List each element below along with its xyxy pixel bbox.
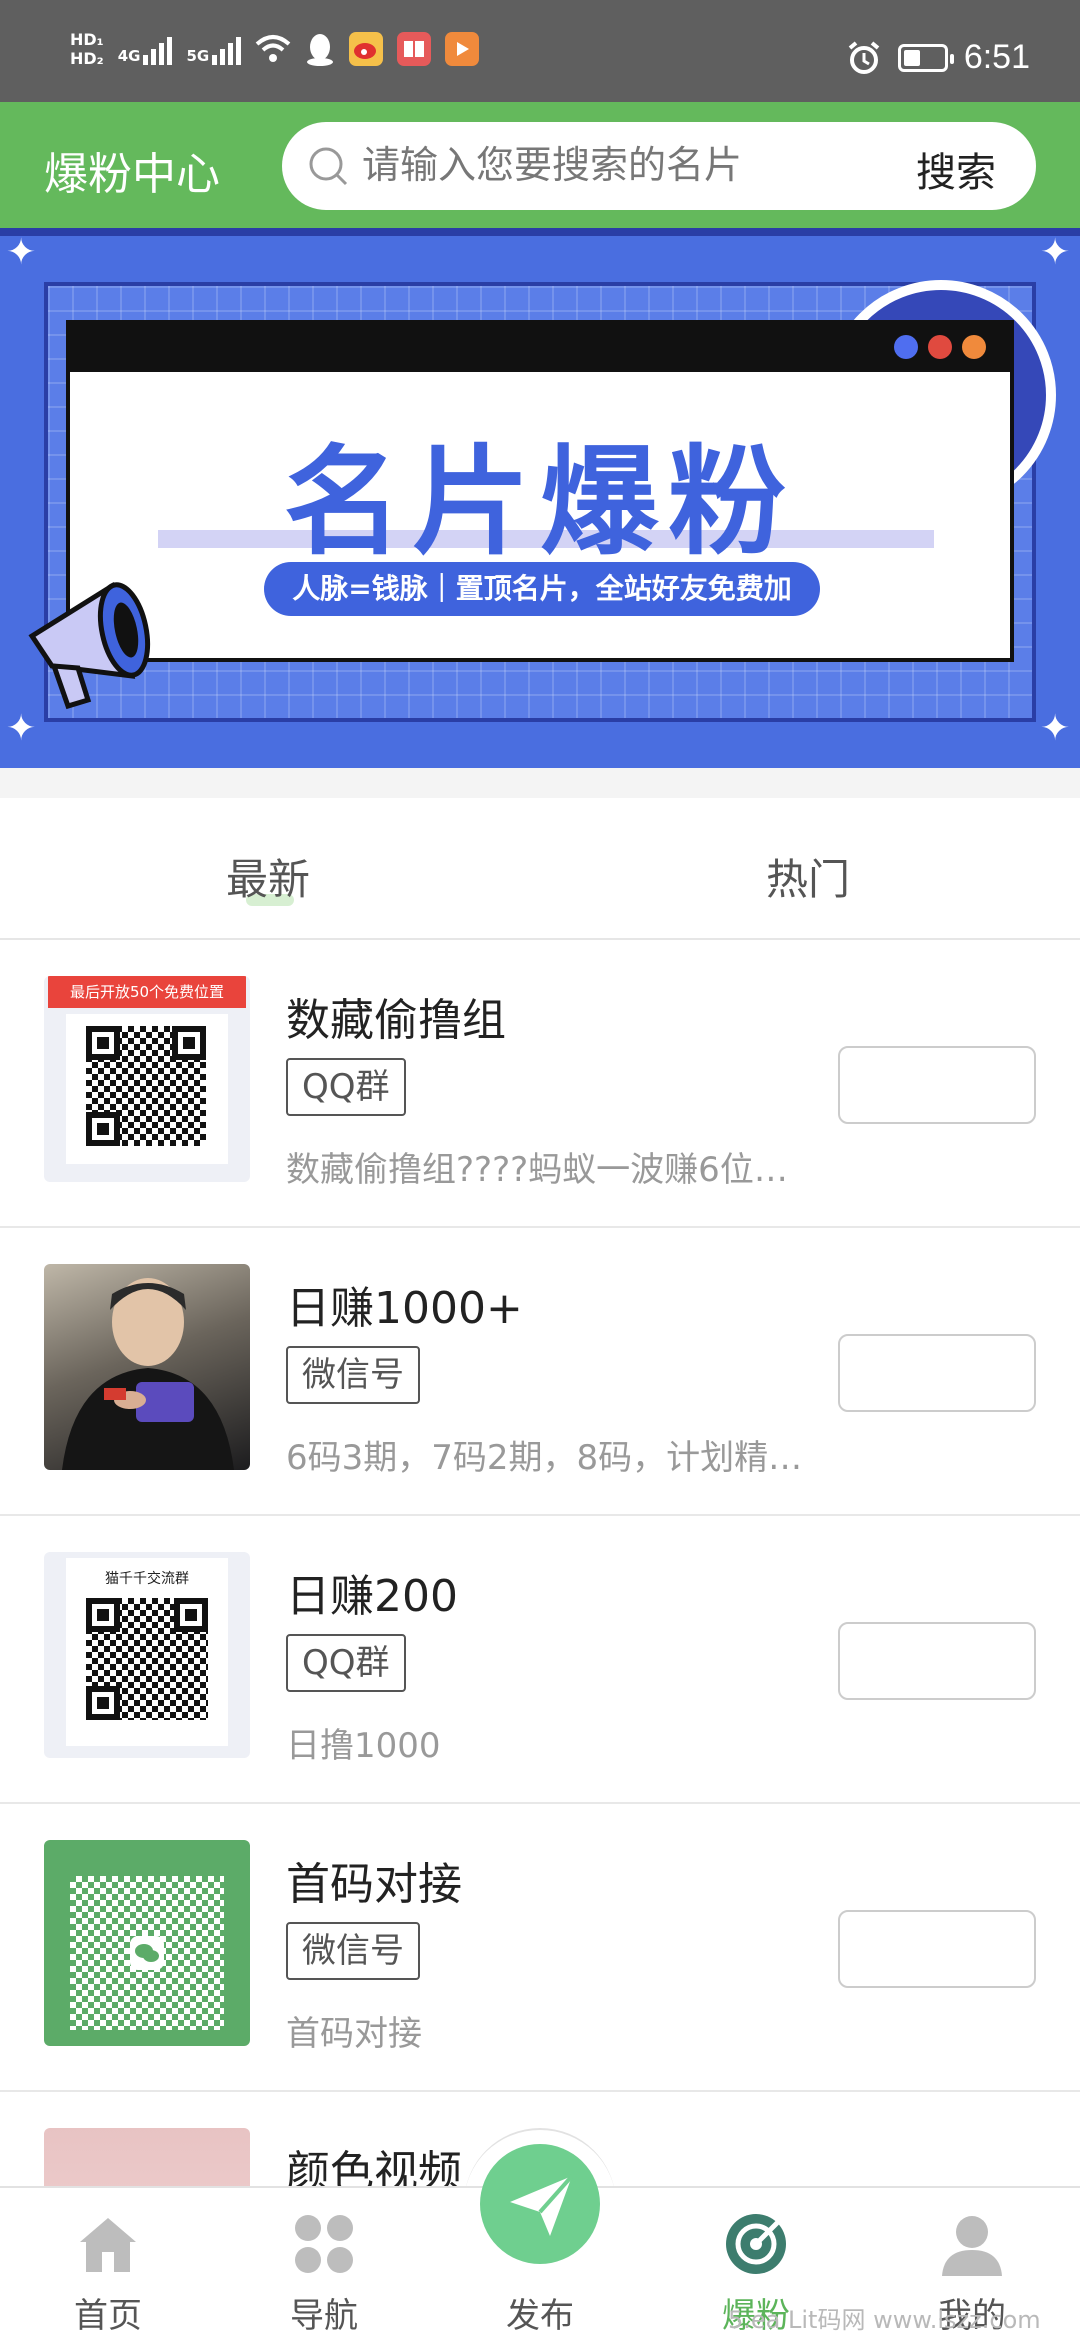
search-icon xyxy=(309,147,348,186)
window-dot-blue xyxy=(894,335,918,359)
sparkle-icon: ✦ xyxy=(1040,232,1071,273)
paper-plane-icon xyxy=(510,2174,574,2236)
qr-eye xyxy=(172,1026,206,1060)
sparkle-icon: ✦ xyxy=(1040,708,1071,749)
grid-icon xyxy=(295,2215,353,2273)
list-item[interactable]: 首码对接 微信号 首码对接 xyxy=(0,1804,1080,2092)
qr-eye xyxy=(86,1026,120,1060)
person-photo xyxy=(62,1278,234,1470)
nav-label: 发布 xyxy=(506,2296,574,2336)
hd1-label: HD₁ xyxy=(70,30,104,49)
home-icon xyxy=(80,2218,136,2272)
nav-navigation[interactable]: 导航 xyxy=(216,2188,432,2340)
item-tag: 微信号 xyxy=(286,1346,420,1404)
weibo-icon xyxy=(349,32,384,66)
promo-banner[interactable]: ✦ ✦ ✦ ✦ 名片爆粉 人脉=钱脉｜置顶名片，全站好友免费加 xyxy=(0,228,1080,768)
item-description: 首码对接 xyxy=(286,2014,422,2054)
signal-bars-icon xyxy=(212,33,242,65)
item-action-button[interactable] xyxy=(838,1910,1036,1988)
target-icon xyxy=(726,2214,786,2274)
watermark: 5.ea Lit码网 www.lszz.com xyxy=(728,2306,1041,2334)
item-title: 数藏偷撸组 xyxy=(286,995,506,1046)
status-right: 6:51 xyxy=(846,38,1030,77)
list-item[interactable]: 日赚1000+ 微信号 6码3期，7码2期，8码，计划精… xyxy=(0,1228,1080,1516)
banner-window-bar xyxy=(70,324,1010,372)
clock: 6:51 xyxy=(963,38,1030,76)
banner-window: 名片爆粉 人脉=钱脉｜置顶名片，全站好友免费加 xyxy=(66,320,1014,662)
wifi-icon xyxy=(255,35,291,62)
hd-indicator: HD₁ HD₂ xyxy=(70,30,104,68)
search-input[interactable] xyxy=(362,140,862,190)
item-thumbnail[interactable]: 猫千千交流群 xyxy=(44,1552,250,1758)
search-button[interactable]: 搜索 xyxy=(916,140,996,198)
qr-card-title: 猫千千交流群 xyxy=(105,1571,189,1587)
alarm-icon xyxy=(848,40,880,74)
item-tag: QQ群 xyxy=(286,1634,406,1692)
banner-title: 名片爆粉 xyxy=(283,433,796,571)
hd2-label: HD₂ xyxy=(70,49,104,68)
signal-bars-icon xyxy=(143,33,173,65)
window-dot-orange xyxy=(962,335,986,359)
battery-icon xyxy=(897,43,954,72)
item-thumbnail[interactable] xyxy=(44,1840,250,2046)
megaphone-icon xyxy=(28,582,151,710)
net2-label: 5G xyxy=(186,47,210,65)
window-dot-red xyxy=(928,335,952,359)
wechat-logo-icon xyxy=(130,1936,164,1970)
nav-label: 导航 xyxy=(290,2296,358,2336)
item-title: 日赚200 xyxy=(286,1571,458,1622)
qq-icon xyxy=(307,34,334,66)
item-thumbnail[interactable] xyxy=(44,1264,250,1470)
banner-subtitle: 人脉=钱脉｜置顶名片，全站好友免费加 xyxy=(264,562,820,616)
video-app-icon xyxy=(445,32,480,66)
qr-eye xyxy=(174,1598,208,1632)
status-bar: HD₁ HD₂ 4G 5G 6:51 xyxy=(0,0,1080,102)
app-header: 爆粉中心 搜索 xyxy=(0,102,1080,228)
tab-hot[interactable]: 热门 xyxy=(766,846,850,907)
item-thumbnail[interactable]: 最后开放50个免费位置 xyxy=(44,976,250,1182)
nav-label: 首页 xyxy=(74,2296,142,2336)
signal-1: 4G xyxy=(118,33,173,65)
section-gap xyxy=(0,768,1080,798)
item-action-button[interactable] xyxy=(838,1334,1036,1412)
item-title: 首码对接 xyxy=(286,1859,462,1910)
item-title: 日赚1000+ xyxy=(286,1283,523,1334)
list-item[interactable]: 最后开放50个免费位置 数藏偷撸组 QQ群 数藏偷撸组????蚂蚁一波赚6位… xyxy=(0,940,1080,1228)
item-action-button[interactable] xyxy=(838,1046,1036,1124)
sparkle-icon: ✦ xyxy=(6,232,37,273)
user-icon xyxy=(942,2216,1002,2276)
qr-card xyxy=(66,1014,228,1164)
item-description: 日撸1000 xyxy=(286,1726,441,1766)
qr-eye xyxy=(86,1686,120,1720)
nav-home[interactable]: 首页 xyxy=(0,2188,216,2340)
qr-eye xyxy=(86,1598,120,1632)
item-tag: 微信号 xyxy=(286,1922,420,1980)
signal-2: 5G xyxy=(186,33,242,65)
thumbnail-banner: 最后开放50个免费位置 xyxy=(48,976,246,1008)
tab-newest[interactable]: 最新 xyxy=(226,846,310,907)
status-left: HD₁ HD₂ 4G 5G xyxy=(70,30,480,68)
book-app-icon xyxy=(397,32,432,66)
publish-button[interactable] xyxy=(480,2144,600,2264)
item-tag: QQ群 xyxy=(286,1058,406,1116)
search-bar[interactable]: 搜索 xyxy=(282,122,1036,210)
tab-bar: 最新 热门 xyxy=(0,798,1080,940)
qr-card: 猫千千交流群 xyxy=(66,1558,228,1746)
net1-label: 4G xyxy=(117,47,141,65)
page-title: 爆粉中心 xyxy=(44,149,220,200)
list-item[interactable]: 猫千千交流群 日赚200 QQ群 日撸1000 xyxy=(0,1516,1080,1804)
item-action-button[interactable] xyxy=(838,1622,1036,1700)
item-description: 6码3期，7码2期，8码，计划精… xyxy=(286,1438,803,1478)
item-description: 数藏偷撸组????蚂蚁一波赚6位… xyxy=(286,1150,788,1190)
qr-eye xyxy=(86,1112,120,1146)
banner-frame xyxy=(0,228,1080,236)
